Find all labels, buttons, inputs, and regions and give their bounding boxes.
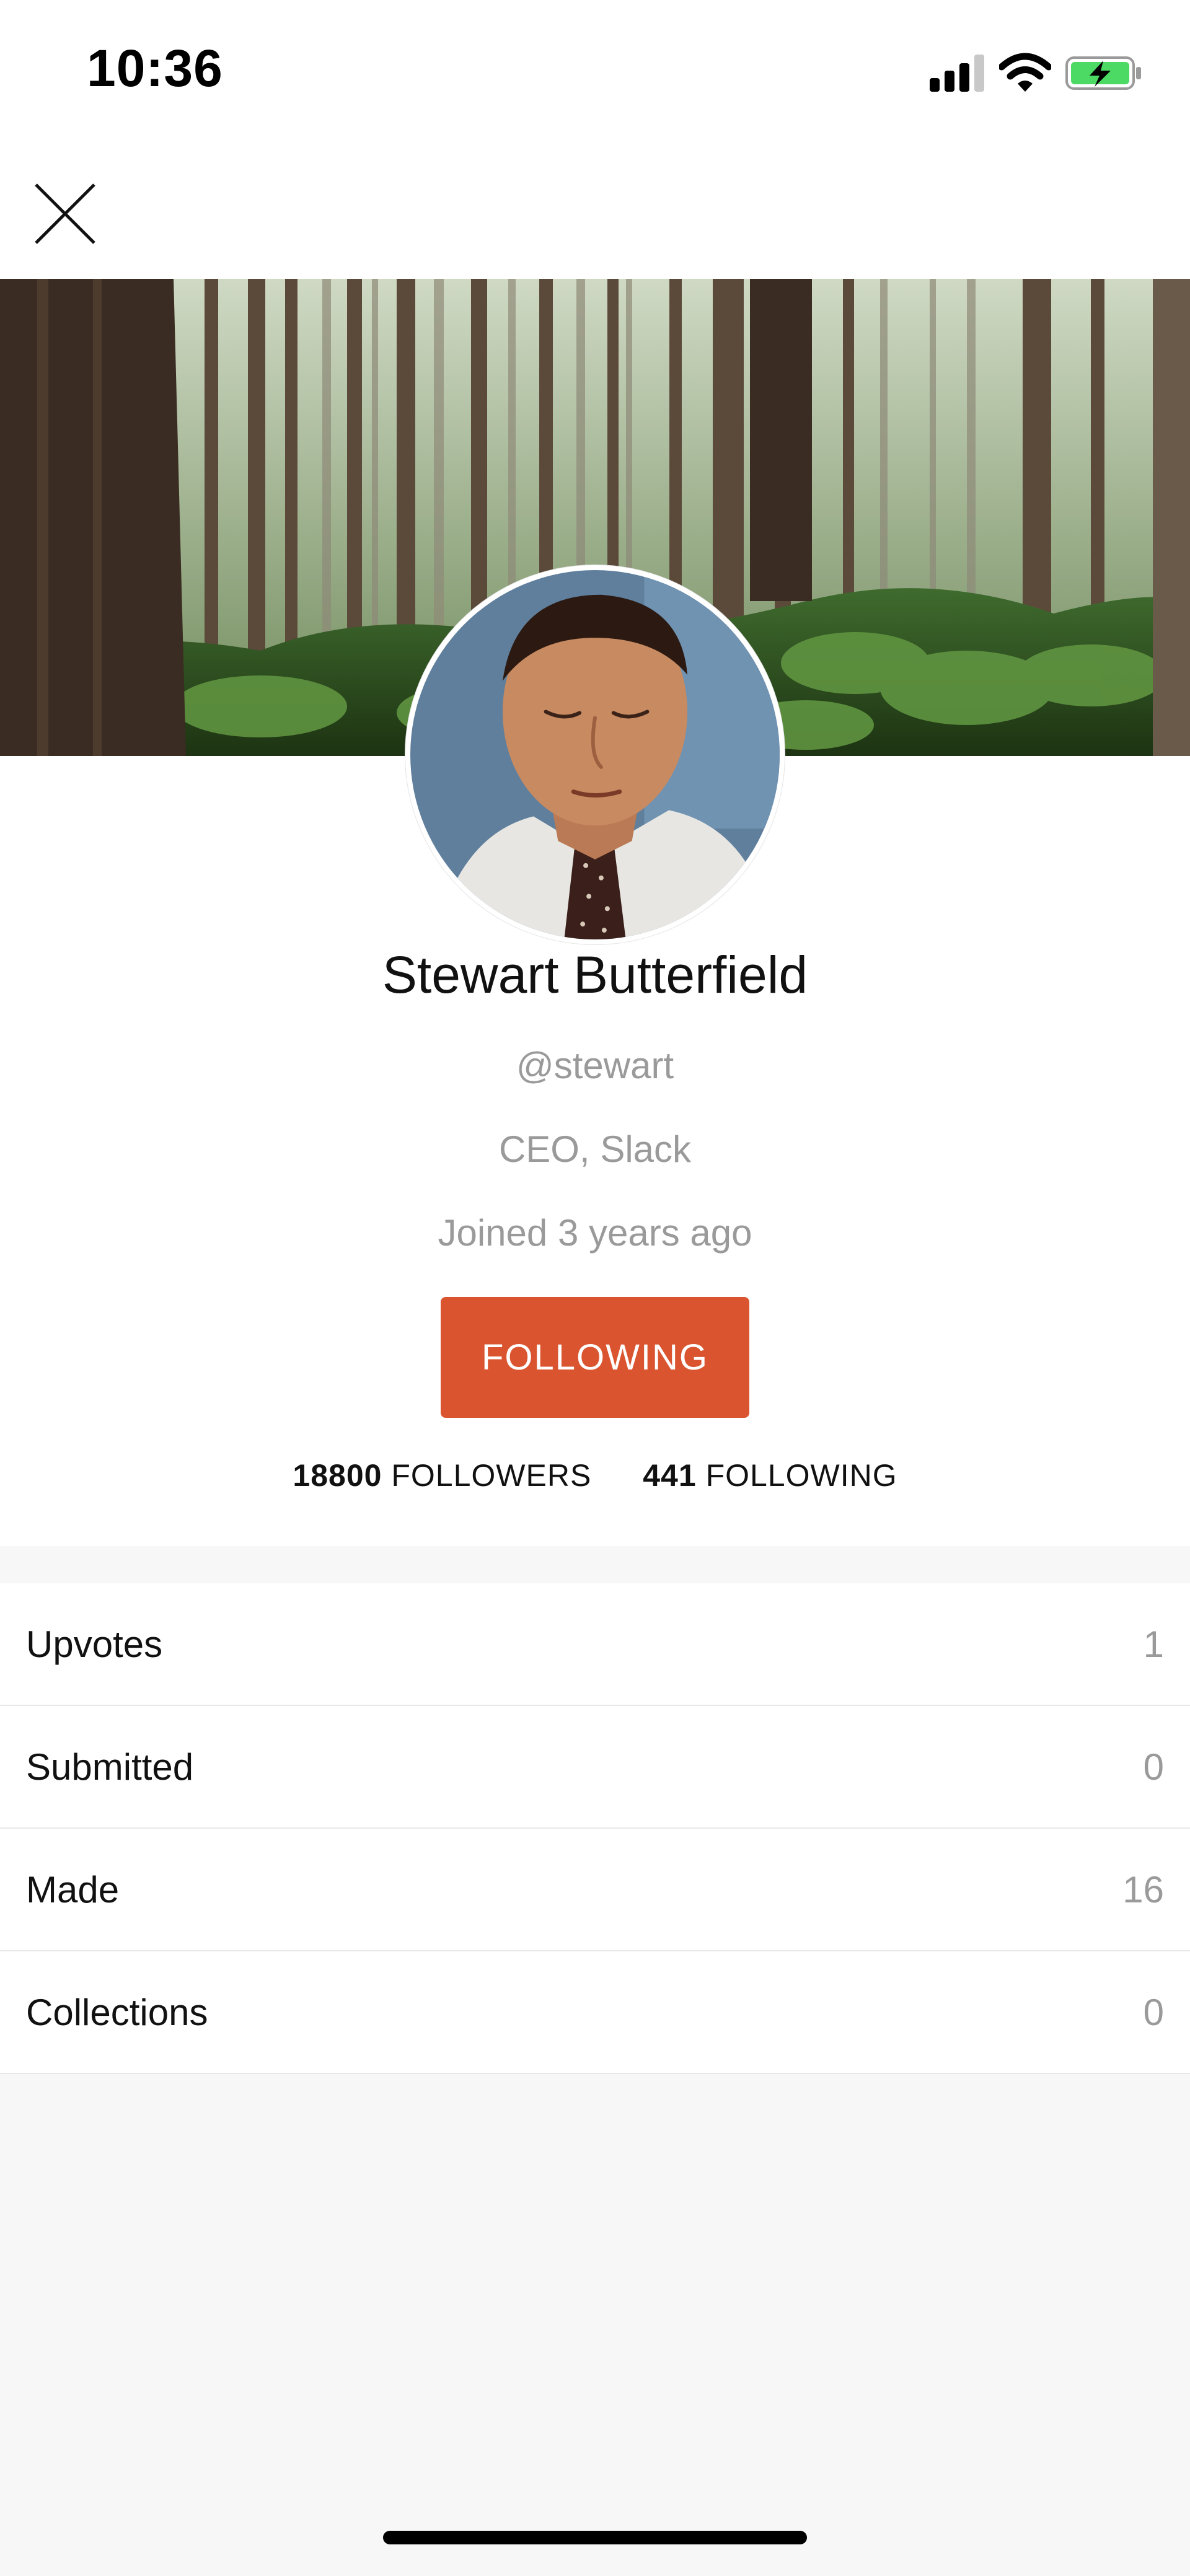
navigation-header [0,143,1190,279]
profile-name: Stewart Butterfield [382,946,808,1004]
following-link[interactable]: 441 FOLLOWING [643,1457,897,1493]
stat-value: 0 [1143,1992,1164,2033]
stat-value: 1 [1143,1624,1164,1665]
status-bar: 10:36 [0,0,1190,143]
avatar [405,565,785,944]
stat-row-made[interactable]: Made 16 [0,1829,1190,1951]
cellular-signal-icon [930,55,987,92]
profile-stats-list: Upvotes 1 Submitted 0 Made 16 Collection… [0,1583,1190,2074]
wifi-icon [999,53,1051,92]
stat-label: Collections [26,1992,208,2033]
status-time: 10:36 [87,39,223,97]
following-count: 441 [643,1458,697,1493]
section-divider [0,1546,1190,1583]
stat-row-upvotes[interactable]: Upvotes 1 [0,1583,1190,1706]
stat-label: Submitted [26,1746,194,1788]
following-label: FOLLOWING [705,1458,897,1493]
stat-label: Upvotes [26,1624,163,1665]
profile-headline: CEO, Slack [498,1128,692,1170]
followers-label: FOLLOWERS [391,1458,592,1493]
followers-count: 18800 [293,1458,382,1493]
stat-row-collections[interactable]: Collections 0 [0,1951,1190,2074]
close-icon[interactable] [31,180,99,248]
stat-row-submitted[interactable]: Submitted 0 [0,1706,1190,1829]
following-button[interactable]: FOLLOWING [441,1297,749,1418]
stat-value: 16 [1122,1869,1164,1910]
stat-value: 0 [1143,1746,1164,1788]
followers-link[interactable]: 18800 FOLLOWERS [293,1457,591,1493]
stat-label: Made [26,1869,120,1910]
profile-username: @stewart [516,1045,674,1086]
home-indicator[interactable] [383,2531,807,2544]
battery-charging-icon [1065,56,1141,90]
joined-date: Joined 3 years ago [438,1212,752,1254]
follow-counts: 18800 FOLLOWERS 441 FOLLOWING [0,1457,1190,1493]
